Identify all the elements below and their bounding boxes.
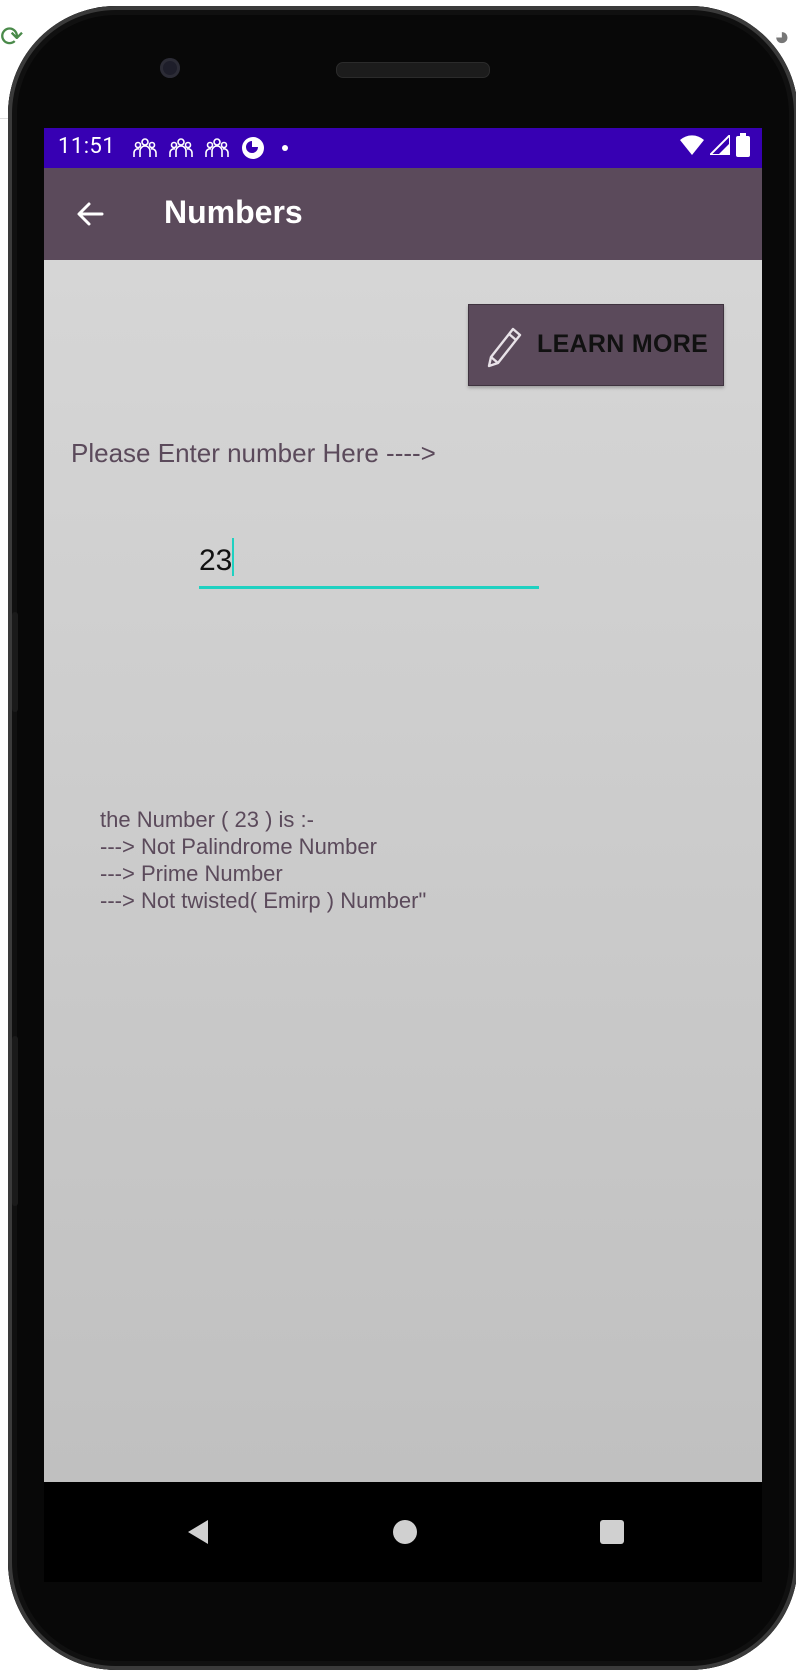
result-line: ---> Not twisted( Emirp ) Number" xyxy=(100,888,427,913)
earpiece-speaker xyxy=(336,62,490,78)
learn-more-label: LEARN MORE xyxy=(537,330,709,358)
system-nav-bar xyxy=(44,1482,762,1582)
result-line: the Number ( 23 ) is :- xyxy=(100,807,314,832)
volume-button xyxy=(12,612,18,712)
status-indicators xyxy=(680,132,750,163)
result-line: ---> Not Palindrome Number xyxy=(100,834,377,859)
status-bar: 11:51 xyxy=(44,128,762,168)
number-input[interactable]: 23 xyxy=(199,528,539,589)
text-caret xyxy=(232,538,235,576)
refresh-icon: ⟳ xyxy=(0,20,24,53)
number-input-value: 23 xyxy=(199,544,233,577)
gamepad-icon: ◕ xyxy=(774,22,790,52)
back-button[interactable] xyxy=(70,194,110,234)
front-camera xyxy=(160,58,180,78)
arrow-back-icon xyxy=(77,202,104,226)
more-notifications-dot xyxy=(282,145,288,151)
battery-icon xyxy=(736,133,750,163)
signal-icon xyxy=(707,132,731,161)
enter-number-prompt: Please Enter number Here ----> xyxy=(71,438,436,468)
learn-more-button[interactable]: LEARN MORE xyxy=(468,304,724,386)
result-line: ---> Prime Number xyxy=(100,861,283,886)
group-icon xyxy=(132,135,158,161)
group-icon xyxy=(204,135,230,161)
app-circle-icon xyxy=(240,135,266,161)
status-time: 11:51 xyxy=(58,134,116,159)
group-icon xyxy=(168,135,194,161)
main-content: LEARN MORE Please Enter number Here ----… xyxy=(44,260,762,1482)
nav-recents-icon[interactable] xyxy=(600,1520,624,1544)
page-title: Numbers xyxy=(164,194,303,230)
wifi-icon xyxy=(680,134,704,162)
nav-back-icon[interactable] xyxy=(180,1512,220,1552)
result-text: the Number ( 23 ) is :- ---> Not Palindr… xyxy=(100,806,426,914)
device-screen: 11:51 Numbers LEARN MORE Please Enter nu… xyxy=(44,128,762,1482)
pencil-icon xyxy=(487,327,522,368)
nav-home-icon[interactable] xyxy=(393,1520,417,1544)
notification-icons xyxy=(132,132,288,164)
power-button xyxy=(12,1036,18,1206)
app-bar: Numbers xyxy=(44,168,762,260)
